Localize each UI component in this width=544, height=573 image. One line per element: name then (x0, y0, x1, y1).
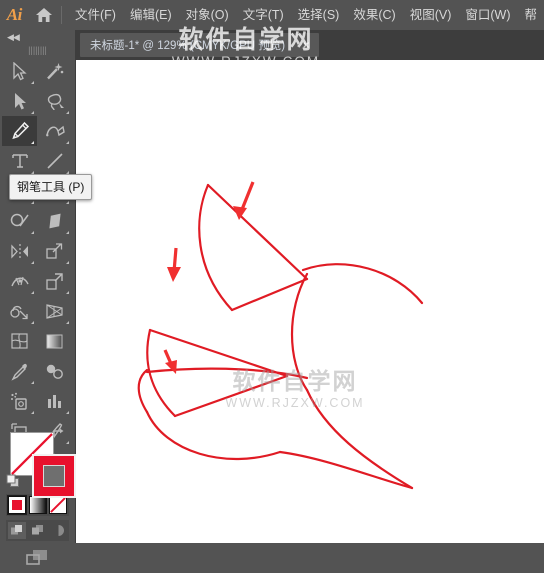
flyout-corner-icon (31, 201, 34, 204)
menu-effect[interactable]: 效果(C) (346, 0, 402, 30)
tools-panel: ◀◀ |||||||| 钢笔工具 (P) (0, 30, 93, 565)
eyedropper-tool[interactable] (2, 356, 37, 386)
solid-color-icon (12, 500, 22, 510)
petal-bottom-outer-curve (145, 410, 282, 460)
none-mode-button[interactable] (49, 496, 67, 514)
flyout-corner-icon (66, 141, 69, 144)
scale-tool[interactable] (37, 236, 72, 266)
none-swatch-icon (50, 497, 66, 513)
panel-drag-grip[interactable]: |||||||| (0, 44, 75, 56)
gradient-mode-button[interactable] (28, 496, 47, 514)
width-tool[interactable] (2, 266, 37, 296)
perspective-grid-tool[interactable] (37, 296, 72, 326)
petal-top-straight-edge (206, 183, 309, 281)
pen-tool[interactable] (2, 116, 37, 146)
magic-wand-tool[interactable] (37, 56, 72, 86)
illustrator-window: Ai 文件(F) 编辑(E) 对象(O) 文字(T) 选择(S) 效果(C) 视… (0, 0, 544, 565)
flower-head-arc-bottom (278, 450, 414, 490)
document-tab-bar: 未标题-1* @ 129% (CMYK/GPU 预览) × (75, 30, 544, 60)
screen-mode-icon (26, 550, 47, 565)
menu-edit[interactable]: 编辑(E) (123, 0, 179, 30)
flyout-corner-icon (31, 291, 34, 294)
reflect-tool[interactable] (2, 236, 37, 266)
blend-tool[interactable] (37, 356, 72, 386)
menu-divider (61, 6, 62, 24)
menu-type[interactable]: 文字(T) (236, 0, 291, 30)
flyout-corner-icon (31, 261, 34, 264)
menu-object[interactable]: 对象(O) (179, 0, 236, 30)
flyout-corner-icon (66, 291, 69, 294)
flyout-corner-icon (66, 321, 69, 324)
collapse-panel-button[interactable]: ◀◀ (0, 30, 75, 44)
app-logo: Ai (6, 5, 23, 24)
petal-bottom-left-cap (137, 368, 149, 414)
shaper-tool[interactable] (2, 206, 37, 236)
flower-head-arc-upper (301, 263, 424, 305)
swap-fill-stroke-icon[interactable] (52, 428, 66, 442)
color-controls (0, 400, 76, 573)
flyout-corner-icon (31, 381, 34, 384)
type-tool[interactable] (2, 146, 37, 176)
menu-help[interactable]: 帮 (517, 0, 544, 30)
draw-normal-button[interactable] (8, 522, 26, 539)
flower-head-arc-left (290, 272, 309, 392)
flyout-corner-icon (66, 201, 69, 204)
flyout-corner-icon (31, 111, 34, 114)
change-screen-mode-button[interactable] (22, 546, 56, 570)
gradient-tool[interactable] (37, 326, 72, 356)
flyout-corner-icon (31, 81, 34, 84)
flyout-corner-icon (66, 231, 69, 234)
mesh-tool[interactable] (2, 326, 37, 356)
tool-tooltip: 钢笔工具 (P) (9, 174, 93, 200)
draw-mode-group (6, 520, 69, 541)
document-tab-title: 未标题-1* @ 129% (CMYK/GPU 预览) (90, 40, 286, 52)
selection-tool[interactable] (2, 56, 37, 86)
close-icon[interactable]: × (299, 38, 313, 52)
draw-normal-icon (11, 525, 22, 535)
petal-mid-inner-edge (173, 374, 289, 418)
annotation-arrow-2 (167, 247, 181, 282)
draw-behind-button[interactable] (29, 522, 47, 539)
lasso-tool[interactable] (37, 86, 72, 116)
fill-swatch-center (43, 465, 65, 487)
fill-stroke-indicator (10, 432, 76, 498)
curvature-tool[interactable] (37, 116, 72, 146)
shape-builder-tool[interactable] (2, 296, 37, 326)
fill-swatch[interactable] (32, 454, 76, 498)
artboard-canvas[interactable] (75, 60, 544, 543)
menu-bar: Ai 文件(F) 编辑(E) 对象(O) 文字(T) 选择(S) 效果(C) 视… (0, 0, 544, 30)
home-icon[interactable] (29, 0, 59, 30)
menu-item-list: 文件(F) 编辑(E) 对象(O) 文字(T) 选择(S) 效果(C) 视图(V… (68, 0, 544, 30)
free-transform-tool[interactable] (37, 266, 72, 296)
menu-window[interactable]: 窗口(W) (458, 0, 517, 30)
menu-file[interactable]: 文件(F) (68, 0, 123, 30)
flyout-corner-icon (66, 111, 69, 114)
color-mode-button[interactable] (7, 495, 27, 515)
flower-head-arc-lower (305, 388, 414, 490)
flyout-corner-icon (31, 231, 34, 234)
flyout-corner-icon (31, 321, 34, 324)
line-segment-tool[interactable] (37, 146, 72, 176)
draw-inside-button[interactable] (49, 522, 67, 539)
draw-inside-icon (58, 525, 64, 536)
direct-selection-tool[interactable] (2, 86, 37, 116)
draw-behind-icon (31, 525, 43, 535)
default-fill-stroke-icon[interactable] (6, 474, 22, 490)
document-tab[interactable]: 未标题-1* @ 129% (CMYK/GPU 预览) × (80, 33, 320, 57)
menu-select[interactable]: 选择(S) (291, 0, 347, 30)
artwork-petal-sketch (137, 181, 424, 490)
menu-view[interactable]: 视图(V) (403, 0, 459, 30)
eraser-tool[interactable] (37, 206, 72, 236)
flyout-corner-icon (31, 141, 34, 144)
petal-mid-outer-curve (146, 328, 177, 418)
flyout-corner-icon (66, 261, 69, 264)
annotation-arrow-1 (233, 181, 255, 220)
